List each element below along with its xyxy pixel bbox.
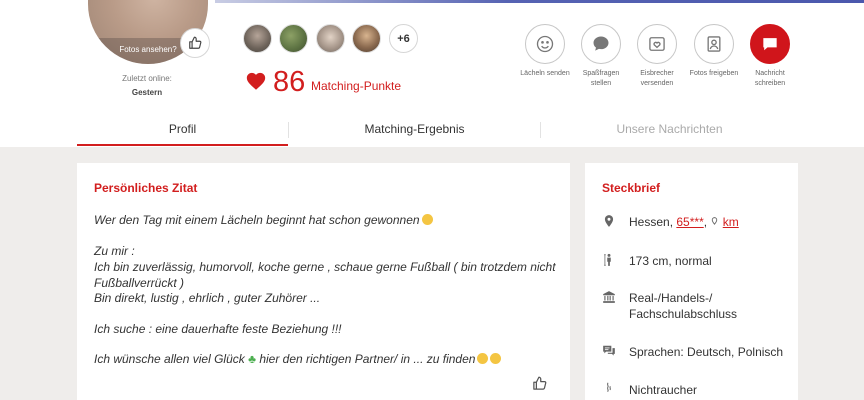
photo-thumbnail[interactable]: [243, 24, 272, 53]
education-text: Real-/Handels-/: [629, 291, 713, 305]
languages-text: Sprachen: Deutsch, Polnisch: [629, 345, 784, 359]
speech-bubbles-icon: [603, 345, 615, 356]
last-online-value: Gestern: [131, 88, 163, 97]
quote-line: Ich wünsche allen viel Glück ♣ hier den …: [94, 352, 502, 366]
school-building-icon: [603, 291, 615, 303]
heart-envelope-icon: [649, 37, 665, 51]
education-text: Fachschulabschluss: [629, 307, 738, 321]
quote-line: Wer den Tag mit einem Lächeln beginnt ha…: [94, 213, 433, 227]
wink-emoji-icon: [477, 353, 489, 364]
distance-link[interactable]: km: [723, 215, 739, 229]
action-label: Nachricht schreiben: [754, 70, 786, 87]
smoke-icon: [606, 382, 611, 392]
quote-line: Ich bin zuverlässig, humorvoll, koche ge…: [94, 260, 556, 274]
location-pin-icon: [604, 215, 614, 227]
message-icon: [763, 38, 777, 51]
postal-code-link[interactable]: 65***: [676, 215, 703, 229]
height-text: 173 cm, normal: [629, 254, 712, 268]
quote-line: Ich suche : eine dauerhafte feste Bezieh…: [94, 322, 342, 336]
chat-bubble-icon: [593, 36, 609, 51]
header-accent-strip: [215, 0, 864, 3]
kiss-emoji-icon: [490, 353, 502, 364]
quote-line: Fußballverrückt ): [94, 276, 185, 290]
person-height-icon: [604, 253, 611, 266]
smiley-emoji-icon: [421, 214, 433, 225]
matching-points-value: 86: [273, 66, 306, 98]
thumbs-up-icon: [533, 376, 547, 390]
photo-thumbnail[interactable]: [352, 24, 381, 53]
like-photo-button[interactable]: [180, 28, 210, 58]
last-online-label: Zuletzt online:: [122, 74, 172, 83]
quote-title: Persönliches Zitat: [94, 181, 198, 195]
thumbs-up-icon: [189, 36, 202, 49]
photo-person-icon: [707, 36, 721, 52]
like-quote-button[interactable]: [532, 376, 547, 396]
heart-icon: [246, 72, 266, 90]
personal-quote-card: Persönliches Zitat Wer den Tag mit einem…: [77, 163, 570, 400]
clover-emoji-icon: ♣: [248, 352, 256, 366]
small-pin-icon: [712, 217, 718, 225]
photo-thumbnail[interactable]: [316, 24, 345, 53]
photo-thumbnail[interactable]: [279, 24, 308, 53]
smile-icon: [536, 35, 554, 53]
matching-points-label: Matching-Punkte: [311, 79, 402, 93]
write-message-button[interactable]: Nachricht schreiben: [737, 24, 803, 89]
more-photos-button[interactable]: +6: [389, 24, 418, 53]
tab-our-messages[interactable]: Unsere Nachrichten: [541, 116, 798, 146]
tab-profil[interactable]: Profil: [77, 116, 288, 146]
location-text: Hessen,: [629, 215, 674, 229]
profile-header: Fotos ansehen? Zuletzt online: Gestern +…: [0, 0, 864, 147]
quote-line: Bin direkt, lustig , ehrlich , guter Zuh…: [94, 291, 321, 305]
tab-matching-result[interactable]: Matching-Ergebnis: [289, 116, 540, 146]
steckbrief-title: Steckbrief: [602, 181, 661, 195]
quote-line: Zu mir :: [94, 244, 135, 258]
profile-facts-card: Steckbrief Hessen, 65***, km 173 cm, nor…: [585, 163, 798, 400]
smoking-text: Nichtraucher: [629, 383, 698, 397]
